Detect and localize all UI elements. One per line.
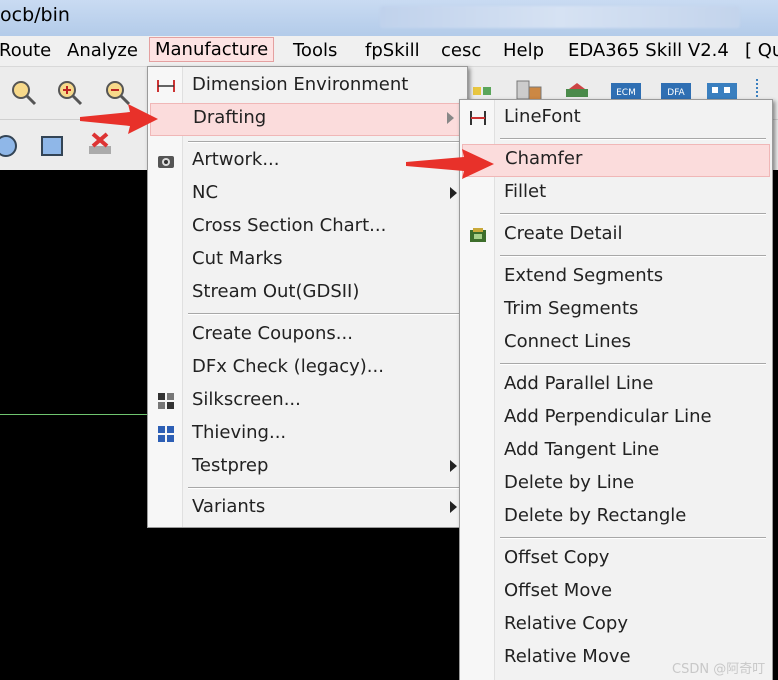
menu-item-label: Offset Move bbox=[504, 580, 613, 601]
menu-item-label: Dimension Environment bbox=[192, 74, 409, 95]
menu-item-testprep[interactable]: Testprep bbox=[148, 452, 467, 483]
menu-item-relative-copy[interactable]: Relative Copy bbox=[460, 610, 772, 641]
zoom-fit-icon[interactable] bbox=[10, 79, 38, 107]
menu-item-label: Artwork... bbox=[192, 149, 280, 170]
menu-item-fillet[interactable]: Fillet bbox=[460, 178, 772, 209]
detail-icon bbox=[470, 228, 486, 242]
menu-analyze[interactable]: Analyze bbox=[62, 39, 143, 62]
title-bar: ocb/bin bbox=[0, 0, 778, 37]
window-title: ocb/bin bbox=[0, 4, 70, 26]
menu-bar: Route Analyze Manufacture Tools fpSkill … bbox=[0, 36, 778, 67]
menu-item-label: Cross Section Chart... bbox=[192, 215, 387, 236]
menu-item-create-coupons[interactable]: Create Coupons... bbox=[148, 320, 467, 351]
menu-item-label: Silkscreen... bbox=[192, 389, 301, 410]
menu-item-label: Add Parallel Line bbox=[504, 373, 654, 394]
menu-item-label: Thieving... bbox=[192, 422, 287, 443]
menu-item-connect-lines[interactable]: Connect Lines bbox=[460, 328, 772, 359]
menu-separator bbox=[188, 487, 461, 489]
silkscreen-icon bbox=[158, 393, 174, 409]
menu-item-offset-move[interactable]: Offset Move bbox=[460, 577, 772, 608]
watermark: CSDN @阿奇叮 bbox=[672, 662, 766, 677]
menu-item-chamfer[interactable]: Chamfer bbox=[462, 144, 770, 177]
menu-item-label: Delete by Line bbox=[504, 472, 635, 493]
menu-item-silkscreen[interactable]: Silkscreen... bbox=[148, 386, 467, 417]
menu-separator bbox=[500, 213, 766, 215]
menu-qu[interactable]: [ Qu bbox=[740, 39, 778, 62]
menu-manufacture[interactable]: Manufacture bbox=[149, 37, 275, 62]
menu-item-trim-segments[interactable]: Trim Segments bbox=[460, 295, 772, 326]
menu-separator bbox=[500, 363, 766, 365]
svg-text:DFA: DFA bbox=[667, 88, 685, 98]
menu-item-label: Add Perpendicular Line bbox=[504, 406, 712, 427]
menu-route[interactable]: Route bbox=[0, 39, 56, 62]
menu-item-label: Extend Segments bbox=[504, 265, 664, 286]
circle-icon[interactable] bbox=[0, 132, 20, 160]
menu-item-linefont[interactable]: LineFont bbox=[460, 103, 772, 134]
menu-item-label: Connect Lines bbox=[504, 331, 632, 352]
menu-eda365-skill[interactable]: EDA365 Skill V2.4 bbox=[563, 39, 734, 62]
menu-separator bbox=[188, 141, 461, 143]
menu-item-dfx-check[interactable]: DFx Check (legacy)... bbox=[148, 353, 467, 384]
menu-item-dimension-environment[interactable]: Dimension Environment bbox=[148, 71, 467, 102]
menu-item-label: Relative Copy bbox=[504, 613, 628, 634]
rectangle-icon[interactable] bbox=[38, 132, 66, 160]
linefont-icon bbox=[470, 111, 486, 125]
menu-item-add-tangent-line[interactable]: Add Tangent Line bbox=[460, 436, 772, 467]
menu-item-cut-marks[interactable]: Cut Marks bbox=[148, 245, 467, 276]
menu-item-label: Relative Move bbox=[504, 646, 631, 667]
menu-item-label: LineFont bbox=[504, 106, 581, 127]
svg-text:ECM: ECM bbox=[616, 88, 636, 98]
menu-item-delete-by-line[interactable]: Delete by Line bbox=[460, 469, 772, 500]
menu-item-create-detail[interactable]: Create Detail bbox=[460, 220, 772, 251]
menu-item-label: Stream Out(GDSII) bbox=[192, 281, 360, 302]
menu-item-add-perpendicular-line[interactable]: Add Perpendicular Line bbox=[460, 403, 772, 434]
menu-fpskill[interactable]: fpSkill bbox=[360, 39, 425, 62]
camera-icon bbox=[158, 156, 174, 168]
canvas-line bbox=[0, 414, 150, 415]
submenu-arrow-icon bbox=[447, 112, 454, 124]
menu-item-delete-by-rectangle[interactable]: Delete by Rectangle bbox=[460, 502, 772, 533]
menu-item-extend-segments[interactable]: Extend Segments bbox=[460, 262, 772, 293]
menu-item-drafting[interactable]: Drafting bbox=[150, 103, 465, 136]
manufacture-menu: Dimension Environment Drafting Artwork..… bbox=[147, 66, 468, 528]
menu-item-cross-section-chart[interactable]: Cross Section Chart... bbox=[148, 212, 467, 243]
submenu-arrow-icon bbox=[450, 187, 457, 199]
menu-item-label: Trim Segments bbox=[504, 298, 639, 319]
submenu-arrow-icon bbox=[450, 501, 457, 513]
menu-item-label: Testprep bbox=[192, 455, 269, 476]
menu-item-label: Cut Marks bbox=[192, 248, 283, 269]
red-arrow-drafting-icon bbox=[80, 104, 158, 134]
red-arrow-chamfer-icon bbox=[406, 149, 494, 179]
blurred-title-area bbox=[380, 6, 740, 28]
menu-separator bbox=[500, 138, 766, 140]
menu-item-label: Delete by Rectangle bbox=[504, 505, 687, 526]
menu-item-stream-out[interactable]: Stream Out(GDSII) bbox=[148, 278, 467, 309]
drafting-submenu: LineFont Chamfer Fillet Create Detail Ex… bbox=[459, 99, 773, 680]
dimension-icon bbox=[157, 80, 175, 92]
menu-item-label: Fillet bbox=[504, 181, 547, 202]
menu-item-label: DFx Check (legacy)... bbox=[192, 356, 384, 377]
menu-item-label: Offset Copy bbox=[504, 547, 610, 568]
menu-cesc[interactable]: cesc bbox=[436, 39, 486, 62]
menu-item-label: NC bbox=[192, 182, 219, 203]
menu-item-label: Variants bbox=[192, 496, 266, 517]
menu-help[interactable]: Help bbox=[498, 39, 549, 62]
menu-separator bbox=[500, 537, 766, 539]
thieving-icon bbox=[158, 426, 174, 442]
menu-item-label: Drafting bbox=[193, 107, 267, 128]
menu-item-variants[interactable]: Variants bbox=[148, 493, 467, 524]
menu-item-offset-copy[interactable]: Offset Copy bbox=[460, 544, 772, 575]
menu-item-label: Add Tangent Line bbox=[504, 439, 660, 460]
menu-item-thieving[interactable]: Thieving... bbox=[148, 419, 467, 450]
submenu-arrow-icon bbox=[450, 460, 457, 472]
menu-item-add-parallel-line[interactable]: Add Parallel Line bbox=[460, 370, 772, 401]
menu-item-label: Chamfer bbox=[505, 148, 583, 169]
menu-separator bbox=[500, 255, 766, 257]
menu-item-label: Create Coupons... bbox=[192, 323, 353, 344]
menu-separator bbox=[188, 313, 461, 315]
menu-tools[interactable]: Tools bbox=[288, 39, 342, 62]
menu-item-label: Create Detail bbox=[504, 223, 623, 244]
